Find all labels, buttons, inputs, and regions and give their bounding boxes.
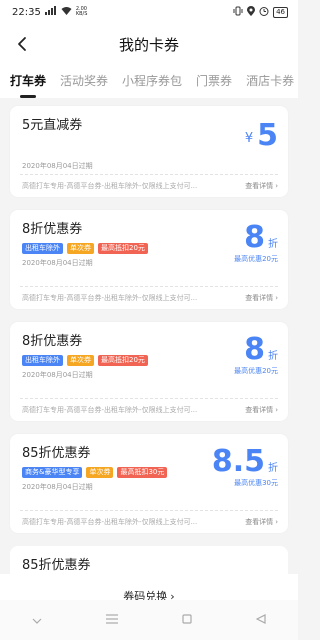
vibrate-icon <box>233 6 243 19</box>
coupon-title: 5元直减券 <box>22 118 83 133</box>
coupon-value-line: ¥ 5 <box>245 120 278 152</box>
coupon-card-top: 5元直减券 2020年08月04日过期 ¥ 5 <box>10 106 288 174</box>
tab-bar: 打车券 活动奖券 小程序券包 门票券 酒店卡券 <box>0 64 298 98</box>
tag-badge: 出租车除外 <box>22 355 63 366</box>
coupon-amount: 5 <box>257 118 278 153</box>
menu-icon <box>106 613 118 624</box>
tag-badge: 出租车除外 <box>22 243 63 254</box>
coupon-title: 85折优惠券 <box>22 558 91 573</box>
page-title: 我的卡券 <box>118 35 179 54</box>
coupon-unit: 折 <box>268 463 278 474</box>
wifi-icon <box>61 6 72 18</box>
system-nav-bar <box>0 600 298 640</box>
net-speed: 2.00 KB/S <box>76 7 88 17</box>
coupon-card[interactable]: 8折优惠券 出租车除外 单次券 最高抵扣20元 2020年08月04日过期 8 … <box>10 210 288 309</box>
coupon-card[interactable]: 5元直减券 2020年08月04日过期 ¥ 5 高德打车专用-高德平台券-出租车… <box>10 106 288 197</box>
coupon-unit: 折 <box>268 239 278 250</box>
tab-hotel-coupons[interactable]: 酒店卡券 <box>246 64 294 89</box>
coupon-card[interactable]: 8折优惠券 出租车除外 单次券 最高抵扣20元 2020年08月04日过期 8 … <box>10 322 288 421</box>
chevron-right-icon: › <box>275 406 278 414</box>
view-details-label: 查看详情 <box>245 518 274 526</box>
status-bar: 22:35 2.00 KB/S 46 <box>0 0 298 24</box>
coupon-value-line: 8 折 <box>234 334 278 366</box>
currency-symbol: ¥ <box>244 131 254 146</box>
coupon-card-top: 85折优惠券 商务&豪华型专享 单次券 最高抵扣30元 2020年08月04日过… <box>10 434 288 510</box>
coupon-amount: 8 <box>244 220 265 255</box>
coupon-list: 5元直减券 2020年08月04日过期 ¥ 5 高德打车专用-高德平台券-出租车… <box>0 98 298 586</box>
clock: 22:35 <box>12 6 41 18</box>
tag-badge: 单次券 <box>67 243 94 254</box>
coupon-card-bottom: 高德打车专用-高德平台券-出租车除外-仅限线上支付可... 查看详情 › <box>10 399 288 421</box>
chevron-right-icon: › <box>275 182 278 190</box>
chevron-down-icon <box>32 618 42 624</box>
divider <box>20 174 278 175</box>
coupon-card-partial[interactable]: 85折优惠券 <box>10 546 288 576</box>
view-details-label: 查看详情 <box>245 406 274 414</box>
battery-icon: 46 <box>273 6 288 18</box>
triangle-back-icon <box>255 613 266 624</box>
coupon-unit: 折 <box>268 351 278 362</box>
coupon-card-bottom: 高德打车专用-高德平台券-出租车除外-仅限线上支付可... 查看详情 › <box>10 511 288 533</box>
divider <box>20 398 278 399</box>
home-button[interactable] <box>182 613 192 627</box>
coupon-expire: 2020年08月04日过期 <box>22 162 93 170</box>
chevron-right-icon: › <box>275 518 278 526</box>
square-icon <box>182 613 192 624</box>
coupon-value-line: 8 折 <box>234 222 278 254</box>
signal-icon <box>44 6 57 18</box>
coupon-desc: 高德打车专用-高德平台券-出租车除外-仅限线上支付可... <box>22 182 198 190</box>
coupon-value: 8.5 折 最高优惠30元 <box>212 446 278 488</box>
alarm-icon <box>259 6 269 19</box>
back-nav-button[interactable] <box>255 613 266 627</box>
chevron-right-icon: › <box>275 294 278 302</box>
coupon-card[interactable]: 85折优惠券 商务&豪华型专享 单次券 最高抵扣30元 2020年08月04日过… <box>10 434 288 533</box>
coupon-amount: 8 <box>244 332 265 367</box>
status-left: 22:35 2.00 KB/S <box>12 6 87 18</box>
tab-taxi-coupons[interactable]: 打车券 <box>10 64 46 89</box>
menu-button[interactable] <box>106 613 118 627</box>
view-details-link[interactable]: 查看详情 › <box>245 405 278 415</box>
tag-badge: 单次券 <box>86 467 114 478</box>
coupon-card-top: 8折优惠券 出租车除外 单次券 最高抵扣20元 2020年08月04日过期 8 … <box>10 210 288 286</box>
coupon-desc: 高德打车专用-高德平台券-出租车除外-仅限线上支付可... <box>22 294 198 302</box>
coupon-card-bottom: 高德打车专用-高德平台券-出租车除外-仅限线上支付可... 查看详情 › <box>10 287 288 309</box>
coupon-card-top: 8折优惠券 出租车除外 单次券 最高抵扣20元 2020年08月04日过期 8 … <box>10 322 288 398</box>
nav-bar: 我的卡券 <box>0 24 298 64</box>
tag-badge: 最高抵扣20元 <box>98 243 148 254</box>
chevron-left-icon <box>18 37 26 51</box>
coupon-value: ¥ 5 <box>245 120 278 152</box>
coupon-max-discount: 最高优惠20元 <box>234 255 278 263</box>
location-icon <box>247 5 256 19</box>
coupon-value-line: 8.5 折 <box>212 446 278 478</box>
coupon-max-discount: 最高优惠20元 <box>234 367 278 375</box>
coupon-max-discount: 最高优惠30元 <box>234 479 278 487</box>
tag-badge: 单次券 <box>67 355 94 366</box>
tab-ticket-coupons[interactable]: 门票券 <box>196 64 232 89</box>
view-details-link[interactable]: 查看详情 › <box>245 181 278 191</box>
tag-badge: 最高抵扣20元 <box>98 355 148 366</box>
tab-event-prizes[interactable]: 活动奖券 <box>60 64 108 89</box>
net-speed-unit: KB/S <box>75 11 88 17</box>
view-details-link[interactable]: 查看详情 › <box>245 293 278 303</box>
collapse-nav-button[interactable] <box>32 614 42 627</box>
tag-badge: 最高抵扣30元 <box>117 467 168 478</box>
coupon-amount: 8.5 <box>211 444 265 479</box>
view-details-label: 查看详情 <box>245 182 274 190</box>
coupon-card-bottom: 高德打车专用-高德平台券-出租车除外-仅限线上支付可... 查看详情 › <box>10 175 288 197</box>
divider <box>20 510 278 511</box>
tag-badge: 商务&豪华型专享 <box>22 467 83 478</box>
back-button[interactable] <box>10 32 34 56</box>
view-details-label: 查看详情 <box>245 294 274 302</box>
view-details-link[interactable]: 查看详情 › <box>245 517 278 527</box>
coupon-desc: 高德打车专用-高德平台券-出租车除外-仅限线上支付可... <box>22 406 198 414</box>
coupon-value: 8 折 最高优惠20元 <box>234 334 278 376</box>
coupon-desc: 高德打车专用-高德平台券-出租车除外-仅限线上支付可... <box>22 518 198 526</box>
status-right: 46 <box>233 5 288 19</box>
divider <box>20 286 278 287</box>
coupon-value: 8 折 最高优惠20元 <box>234 222 278 264</box>
tab-mini-program-coupons[interactable]: 小程序券包 <box>122 64 182 89</box>
